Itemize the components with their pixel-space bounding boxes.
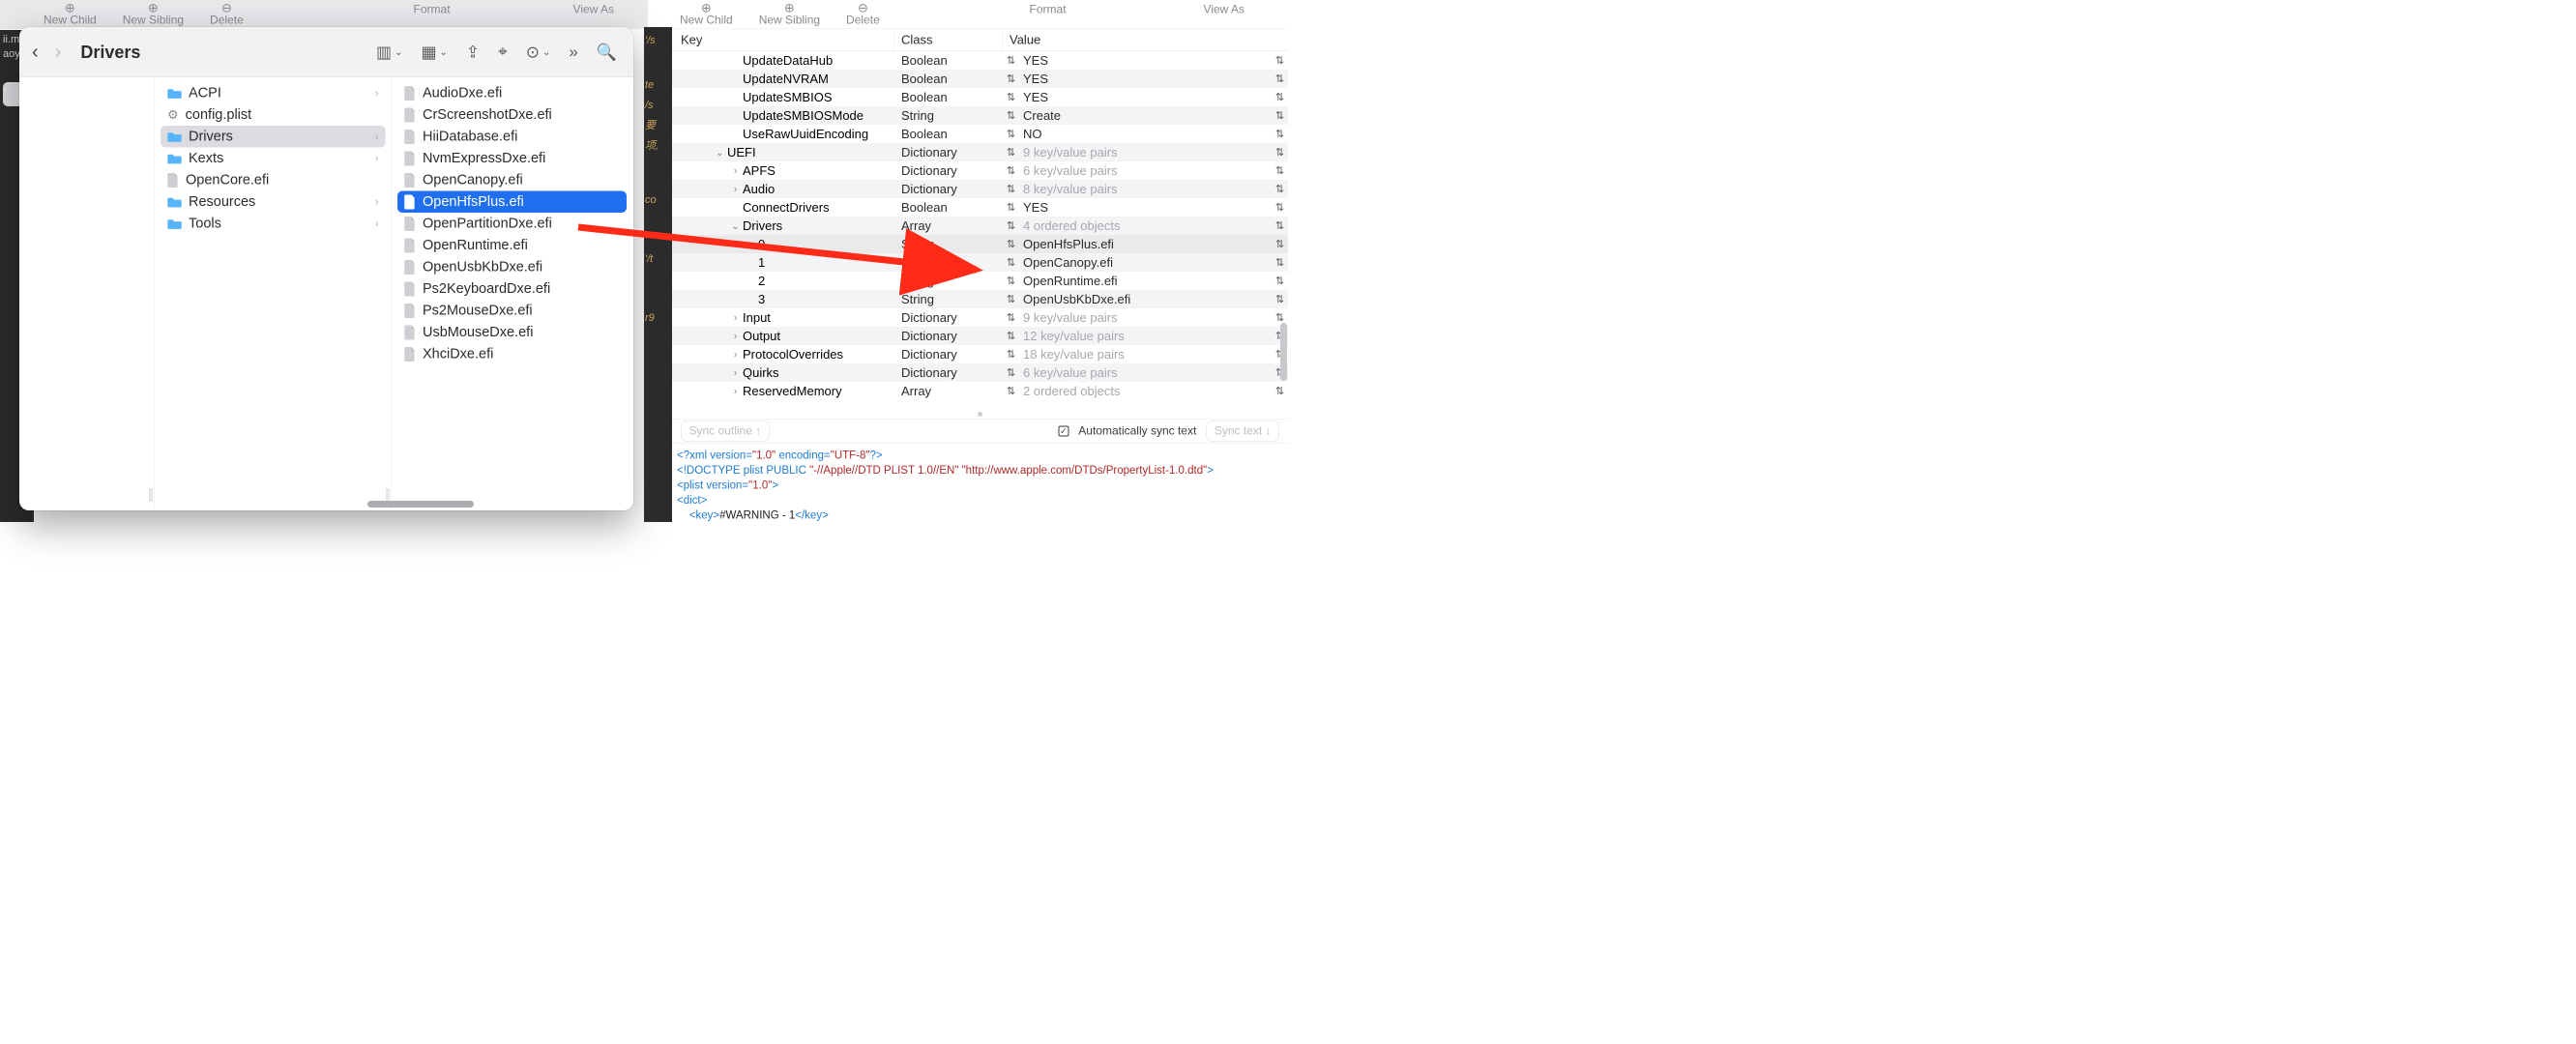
column-value-header[interactable]: Value [1003, 29, 1288, 51]
code-gutter-sliver: '/s te /s 要 项, co '/t r9 [644, 27, 672, 522]
vertical-scrollbar[interactable] [1280, 52, 1287, 405]
finder-item[interactable]: HiiDatabase.efi [397, 126, 627, 148]
finder-item[interactable]: OpenRuntime.efi [397, 235, 627, 257]
outline-row[interactable]: ›QuirksDictionary⇅6 key/value pairs⇅ [672, 363, 1288, 382]
view-columns-icon[interactable]: ▥⌄ [372, 42, 406, 63]
finder-title: Drivers [80, 42, 140, 62]
toolbar-format[interactable]: Format [414, 3, 451, 16]
finder-item[interactable]: OpenCanopy.efi [397, 169, 627, 191]
outline-row[interactable]: ⌄UEFIDictionary⇅9 key/value pairs⇅ [672, 143, 1288, 161]
finder-item[interactable]: UsbMouseDxe.efi [397, 322, 627, 344]
finder-item[interactable]: OpenPartitionDxe.efi [397, 213, 627, 235]
finder-item[interactable]: OpenCore.efi [161, 169, 386, 191]
share-icon[interactable]: ⇪ [462, 42, 483, 63]
outline-row[interactable]: ›AudioDictionary⇅8 key/value pairs⇅ [672, 180, 1288, 198]
horizontal-scroll-thumb[interactable] [367, 501, 474, 508]
finder-item[interactable]: XhciDxe.efi [397, 343, 627, 365]
nav-forward-button[interactable]: › [55, 42, 62, 64]
toolbar-view-as[interactable]: View As [573, 3, 614, 16]
overflow-icon[interactable]: » [565, 42, 581, 63]
right-toolbar: ⊕New Child ⊕New Sibling ⊖Delete Format V… [672, 0, 1288, 29]
column-key-header[interactable]: Key [672, 29, 894, 51]
outline-row[interactable]: UpdateNVRAMBoolean⇅YES⇅ [672, 70, 1288, 88]
outline-row[interactable]: ›OutputDictionary⇅12 key/value pairs⇅ [672, 327, 1288, 345]
finder-item[interactable]: NvmExpressDxe.efi [397, 148, 627, 170]
finder-item[interactable]: Kexts› [161, 148, 386, 170]
outline-row[interactable]: ⌄DriversArray⇅4 ordered objects⇅ [672, 217, 1288, 235]
finder-item[interactable]: Drivers› [161, 126, 386, 148]
finder-item[interactable]: Ps2KeyboardDxe.efi [397, 278, 627, 301]
toolbar-new-child[interactable]: ⊕New Child [680, 3, 733, 27]
tags-icon[interactable]: ⌖ [494, 42, 512, 63]
finder-item[interactable]: CrScreenshotDxe.efi [397, 104, 627, 127]
outline-row[interactable]: UpdateDataHubBoolean⇅YES⇅ [672, 51, 1288, 70]
outline-rows: UpdateDataHubBoolean⇅YES⇅UpdateNVRAMBool… [672, 51, 1288, 400]
finder-toolbar: ‹ › Drivers ▥⌄ ▦⌄ ⇪ ⌖ ⊙⌄ » 🔍 [19, 27, 633, 77]
outline-row[interactable]: ConnectDriversBoolean⇅YES⇅ [672, 198, 1288, 217]
finder-column-3[interactable]: AudioDxe.efiCrScreenshotDxe.efiHiiDataba… [392, 77, 632, 510]
column-class-header[interactable]: Class [894, 29, 1003, 51]
finder-item[interactable]: OpenUsbKbDxe.efi [397, 256, 627, 278]
toolbar-new-child[interactable]: ⊕New Child [44, 3, 97, 27]
column-resize-handle[interactable] [387, 488, 390, 502]
outline-row[interactable]: 3String⇅OpenUsbKbDxe.efi⇅ [672, 290, 1288, 308]
outline-row[interactable]: ›InputDictionary⇅9 key/value pairs⇅ [672, 308, 1288, 327]
finder-item[interactable]: Tools› [161, 213, 386, 235]
left-app-toolbar: ⊕New Child ⊕New Sibling ⊖Delete Format V… [0, 0, 648, 29]
outline-row[interactable]: 2String⇅OpenRuntime.efi⇅ [672, 272, 1288, 290]
xml-source-pane[interactable]: <?xml version="1.0" encoding="UTF-8"?> <… [672, 444, 1288, 522]
finder-column-2[interactable]: ACPI›⚙︎config.plistDrivers›Kexts›OpenCor… [155, 77, 392, 510]
outline-row[interactable]: UseRawUuidEncodingBoolean⇅NO⇅ [672, 125, 1288, 143]
toolbar-format[interactable]: Format [1030, 3, 1067, 16]
outline-row[interactable]: UpdateSMBIOSBoolean⇅YES⇅ [672, 88, 1288, 106]
toolbar-new-sibling[interactable]: ⊕New Sibling [759, 3, 820, 27]
outline-row[interactable]: 1String⇅OpenCanopy.efi⇅ [672, 253, 1288, 272]
actions-icon[interactable]: ⊙⌄ [522, 42, 555, 63]
finder-item[interactable]: ACPI› [161, 82, 386, 104]
finder-column-1[interactable] [19, 77, 155, 510]
sync-text-button[interactable]: Sync text ↓ [1206, 421, 1279, 442]
nav-back-button[interactable]: ‹ [32, 42, 39, 64]
sync-bar: Sync outline ↑ ✓ Automatically sync text… [672, 419, 1288, 444]
sync-outline-button[interactable]: Sync outline ↑ [681, 421, 770, 442]
finder-item[interactable]: ⚙︎config.plist [161, 104, 386, 127]
outline-row[interactable]: UpdateSMBIOSModeString⇅Create⇅ [672, 106, 1288, 125]
column-resize-handle[interactable] [150, 488, 153, 502]
outline-row[interactable]: ›APFSDictionary⇅6 key/value pairs⇅ [672, 161, 1288, 180]
toolbar-view-as[interactable]: View As [1204, 3, 1244, 16]
toolbar-delete[interactable]: ⊖Delete [210, 3, 244, 27]
search-icon[interactable]: 🔍 [593, 42, 621, 63]
group-icon[interactable]: ▦⌄ [417, 42, 451, 63]
toolbar-new-sibling[interactable]: ⊕New Sibling [123, 3, 184, 27]
outline-row[interactable]: 0String⇅OpenHfsPlus.efi⇅ [672, 235, 1288, 253]
finder-item[interactable]: Resources› [161, 191, 386, 214]
outline-header: Key Class Value [672, 29, 1288, 51]
outline-row[interactable]: ›ReservedMemoryArray⇅2 ordered objects⇅ [672, 382, 1288, 400]
toolbar-delete[interactable]: ⊖Delete [846, 3, 880, 27]
finder-item[interactable]: OpenHfsPlus.efi [397, 191, 627, 214]
finder-window: ‹ › Drivers ▥⌄ ▦⌄ ⇪ ⌖ ⊙⌄ » 🔍 ACPI›⚙︎conf… [19, 27, 633, 510]
finder-item[interactable]: Ps2MouseDxe.efi [397, 300, 627, 322]
finder-item[interactable]: AudioDxe.efi [397, 82, 627, 104]
outline-row[interactable]: ›ProtocolOverridesDictionary⇅18 key/valu… [672, 345, 1288, 363]
pane-drag-handle[interactable] [672, 410, 1288, 419]
plist-editor-window: ⊕New Child ⊕New Sibling ⊖Delete Format V… [672, 0, 1288, 522]
auto-sync-label: Automatically sync text [1078, 424, 1196, 438]
auto-sync-checkbox[interactable]: ✓ [1058, 426, 1068, 437]
